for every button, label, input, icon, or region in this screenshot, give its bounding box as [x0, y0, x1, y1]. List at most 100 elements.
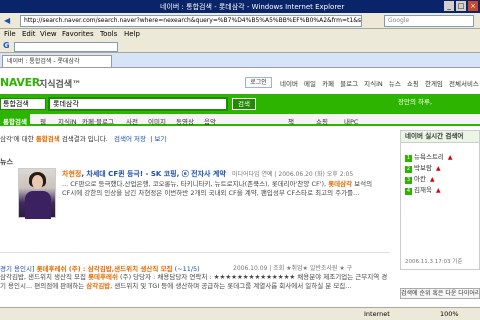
- address-toolbar: ◀ http://search.naver.com/search.naver?w…: [0, 13, 480, 29]
- keyword-label: 박보람: [414, 164, 432, 172]
- login-button[interactable]: 로그인: [245, 77, 272, 88]
- snippet-text: ... CF판으로 등극했다.산업은행, 코오롱뉴, 타키니타키, 뉴트로지나(…: [62, 180, 329, 188]
- ranking-timestamp: 2006.11.3 17:03 기준: [405, 259, 463, 265]
- news-title-highlight: 차현정: [62, 170, 82, 178]
- zoom-level[interactable]: 100%: [440, 310, 459, 318]
- nav-mail[interactable]: 메일: [304, 80, 316, 88]
- top-navigation: 네이버 메일 카페 블로그 지식iN 뉴스 쇼핑 한게임 전체서비스: [280, 78, 480, 88]
- address-input[interactable]: http://search.naver.com/search.naver?whe…: [20, 15, 362, 27]
- menu-file[interactable]: File: [4, 30, 16, 38]
- notice-prefix: 삼각'에 대한: [0, 135, 36, 143]
- search-tabs: 통합검색 웹 지식iN 카페·블로그 사전 이미지 동영상 음악 책 쇼핑 내P…: [0, 114, 480, 126]
- menu-edit[interactable]: Edit: [22, 30, 36, 38]
- job-meta: 2006.10.09 | 조회 ★취업★ 일반조사원 ★ 구: [233, 265, 353, 272]
- news-section-title: 뉴스: [0, 158, 13, 166]
- rank-badge: 4: [405, 188, 412, 195]
- news-title-link[interactable]: 차현정, 차세대 CF퀸 등극! - SK 코핑, ⓔ 전자사 계약: [62, 169, 226, 179]
- thumbnail-figure-body: [25, 191, 51, 219]
- rank-up-icon: ▲: [429, 176, 435, 183]
- window-titlebar: 네이버 : 통합검색 - 롯데삼각 - Windows Internet Exp…: [0, 0, 480, 13]
- tab-shopping[interactable]: 쇼핑: [316, 116, 328, 126]
- keyword-item[interactable]: 3 아칸 ▲: [405, 173, 435, 184]
- browser-search-input[interactable]: Google: [384, 15, 474, 27]
- snippet-text: 삼각김밥, 샌드위치 생산직 모집: [0, 273, 89, 281]
- tab-bar: 네이버 : 통합검색 - 롯데삼각: [0, 53, 480, 68]
- nav-hangame[interactable]: 한게임: [425, 80, 443, 88]
- nav-naver[interactable]: 네이버: [280, 80, 298, 88]
- tab-naver-search[interactable]: 네이버 : 통합검색 - 롯데삼각: [2, 55, 112, 67]
- menu-help[interactable]: Help: [124, 30, 140, 38]
- news-meta: 미디어다임 연예 | 2006.06.20 (화) 오후 2:05: [232, 171, 354, 178]
- tab-book[interactable]: 책: [288, 116, 294, 126]
- service-title: 지식검색™: [39, 80, 82, 90]
- rank-up-icon: ▲: [435, 187, 441, 194]
- notice-emphasis: 통합검색: [35, 135, 60, 143]
- nav-cafe[interactable]: 카페: [322, 80, 334, 88]
- google-toolbar: G: [0, 40, 480, 53]
- promo-text[interactable]: 장만의 하루,: [398, 96, 432, 106]
- tab-cafe-blog[interactable]: 카페·블로그: [82, 116, 114, 126]
- rank-badge: 2: [405, 166, 412, 173]
- news-snippet: ... CF판으로 등극했다.산업은행, 코오롱뉴, 타키니타키, 뉴트로지나(…: [62, 180, 382, 198]
- snippet-highlight: 삼각김밥: [86, 282, 111, 290]
- search-category-select[interactable]: 통합검색: [0, 98, 46, 110]
- tab-video[interactable]: 동영상: [176, 116, 194, 126]
- search-bar: 통합검색 롯데삼각 검색 장만의 하루,: [0, 94, 480, 114]
- rank-badge: 1: [405, 155, 412, 162]
- back-arrow-icon[interactable]: ◀: [4, 16, 16, 26]
- nav-blog[interactable]: 블로그: [340, 80, 358, 88]
- nav-all-services[interactable]: 전체서비스: [449, 80, 479, 88]
- divider: [0, 252, 390, 253]
- menu-view[interactable]: View: [40, 30, 57, 38]
- tab-music[interactable]: 음악: [204, 116, 216, 126]
- tab-web[interactable]: 웹: [40, 116, 46, 126]
- close-button[interactable]: ×: [468, 1, 478, 11]
- search-button[interactable]: 검색: [232, 98, 256, 110]
- news-title-rest: , 차세대 CF퀸 등극! - SK 코핑, ⓔ 전자사 계약: [81, 170, 226, 178]
- view-link[interactable]: 보기: [154, 135, 166, 143]
- result-notice: 삼각'에 대한 통합검색 검색결과 입니다. 검색어 저장 | 보기: [0, 135, 167, 143]
- minimize-button[interactable]: _: [444, 1, 454, 11]
- window-title: 네이버 : 통합검색 - 롯데삼각 - Windows Internet Exp…: [160, 3, 345, 11]
- nav-kin[interactable]: 지식iN: [364, 80, 383, 88]
- snippet-highlight: 롯데후레쉬: [88, 273, 118, 281]
- naver-logo[interactable]: NAVER: [0, 76, 40, 89]
- keyword-item[interactable]: 4 김재욱 ▲: [405, 184, 441, 195]
- job-title-suffix: (~11/5): [172, 265, 200, 273]
- tab-dictionary[interactable]: 사전: [126, 116, 138, 126]
- menu-bar: File Edit View Favorites Tools Help: [0, 29, 480, 40]
- menu-favorites[interactable]: Favorites: [62, 30, 94, 38]
- rank-up-icon: ▲: [447, 154, 453, 161]
- maximize-button[interactable]: □: [456, 1, 466, 11]
- tab-kin[interactable]: 지식iN: [58, 116, 77, 126]
- job-snippet: 삼각김밥, 샌드위치 생산직 모집 롯데후레쉬 (주) 당당자 : 채용담당자 …: [0, 273, 390, 291]
- rank-up-icon: ▲: [435, 165, 441, 172]
- keyword-item[interactable]: 2 박보람 ▲: [405, 162, 441, 173]
- tab-image[interactable]: 이미지: [148, 116, 166, 126]
- toolbar-search-input[interactable]: [14, 42, 118, 52]
- save-query-link[interactable]: 검색어 저장: [114, 135, 146, 143]
- keyword-label: 아칸: [414, 175, 426, 183]
- job-title-link[interactable]: 경기 용인시] 롯데후레쉬 (주) : 삼각김밥,샌드위치 생산직 모집 (~1…: [0, 263, 200, 273]
- job-title-highlight: 롯데후레쉬 (주) : 삼각김밥,샌드위치 생산직 모집: [36, 265, 173, 273]
- keyword-label: 김재욱: [414, 186, 432, 194]
- job-title-prefix: 경기 용인시]: [0, 265, 37, 273]
- keyword-item[interactable]: 1 뉴욕스트리 ▲: [405, 151, 453, 162]
- notice-suffix: 검색결과 입니다.: [59, 135, 108, 143]
- news-thumbnail[interactable]: [18, 168, 56, 219]
- naver-header: NAVER 지식검색™ 로그인 네이버 메일 카페 블로그 지식iN 뉴스 쇼핑…: [0, 72, 480, 94]
- snippet-highlight: 롯데삼각: [328, 180, 353, 188]
- realtime-keywords-panel: 네이버 실시간 검색어 1 뉴욕스트리 ▲ 2 박보람 ▲ 3 아칸 ▲ 4 김재욱 ▲ 200…: [400, 130, 480, 270]
- nav-news[interactable]: 뉴스: [389, 80, 401, 88]
- google-icon[interactable]: G: [3, 41, 10, 50]
- tab-integrated[interactable]: 통합검색: [0, 114, 30, 126]
- menu-tools[interactable]: Tools: [100, 30, 117, 38]
- nav-shopping[interactable]: 쇼핑: [407, 80, 419, 88]
- security-zone: Internet: [364, 310, 390, 318]
- thumbnail-figure-face: [32, 175, 43, 189]
- search-input[interactable]: 롯데삼각: [48, 97, 228, 111]
- keyword-label: 뉴욕스트리: [414, 153, 444, 161]
- keyword-more-button[interactable]: 검색에 순위 혹은 다운 다이어리 ▼: [400, 288, 480, 299]
- snippet-text: , 샌드위치 및 TGI 등에 생산하며 공급하는 롯데그룹 계열사롭 회사에서…: [110, 282, 352, 290]
- tab-mypc[interactable]: 내PC: [344, 116, 358, 126]
